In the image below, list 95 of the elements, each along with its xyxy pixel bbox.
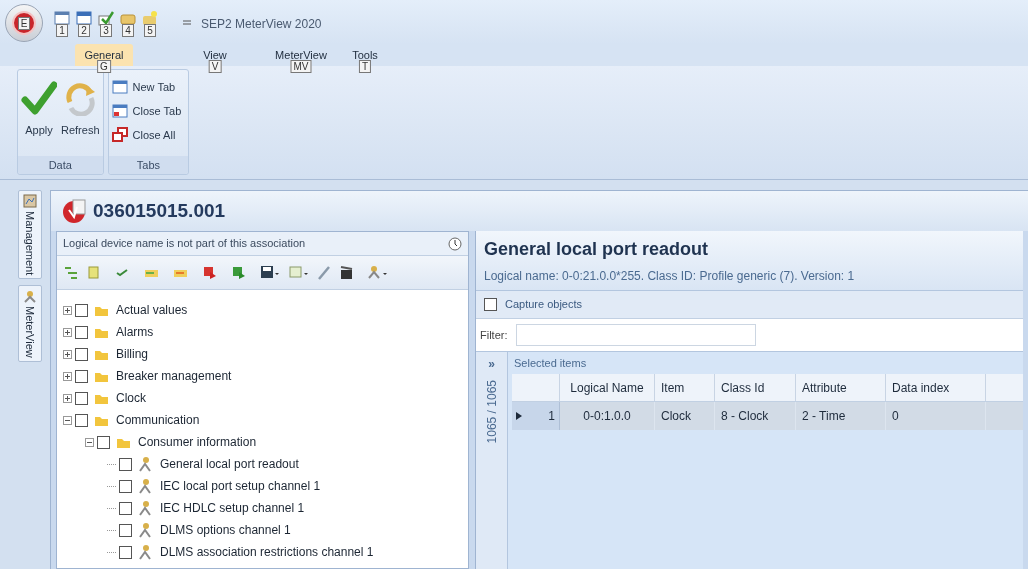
tree-item[interactable]: IEC HDLC setup channel 1 [160,499,305,517]
checkbox-label: Capture objects [505,297,583,313]
checkbox[interactable] [75,303,88,317]
tree-item[interactable]: Clock [116,389,146,407]
expand-icon [65,265,77,280]
checkbox[interactable] [119,479,132,493]
keytip: G [97,60,111,73]
tree-item[interactable]: DLMS association restrictions channel 1 [160,543,374,561]
side-tab[interactable]: Management [18,190,42,280]
filter-label: Filter: [480,327,508,343]
group-label: Data [18,156,103,174]
checkbox[interactable] [119,545,132,559]
ribbon-button[interactable]: Close Tab [110,100,183,122]
expand-icon[interactable] [63,393,72,403]
check-icon [21,80,57,116]
table-cell: Clock [655,402,715,430]
tree-item[interactable]: Communication [116,411,200,429]
toolbar-icon [54,10,70,26]
meter-icon [61,198,87,224]
ribbon-button[interactable]: Refresh [60,80,101,156]
wrench-icon [318,265,330,280]
table-cell: 0 [886,402,986,430]
person-icon [23,289,37,304]
column-header[interactable]: Data index [886,374,986,401]
tree-item[interactable]: Actual values [116,301,188,319]
checkbox[interactable] [75,391,88,405]
windows-icon [111,127,128,143]
checkbox[interactable] [119,501,132,515]
ribbon-button[interactable]: Apply [20,80,58,156]
column-header[interactable]: Logical Name [560,374,655,401]
keytip: 2 [78,24,90,37]
group-label: Selected items [513,355,588,371]
app-menu-button[interactable]: E [5,4,43,42]
table-row[interactable]: 1 0-0:1.0.0 Clock 8 - Clock 2 - Time 0 [512,402,1023,430]
person-icon [137,478,153,494]
row-number: 1 [548,408,555,425]
checkbox[interactable] [75,325,88,339]
window-icon [111,103,128,119]
person-icon [137,522,153,538]
checkbox[interactable] [119,523,132,537]
column-header[interactable]: Attribute [796,374,886,401]
column-header[interactable]: Class Id [715,374,796,401]
window-icon [111,79,128,95]
expand-icon[interactable] [63,327,72,337]
tree-item[interactable]: DLMS options channel 1 [160,521,291,539]
keytip: 1 [56,24,68,37]
ribbon-button[interactable]: Close All [110,124,183,146]
keytip: MV [290,60,312,73]
person-icon [137,456,153,472]
save-icon [260,264,280,281]
expand-icon[interactable] [63,305,72,315]
toolbar-icon [142,10,158,26]
side-tab[interactable]: MeterView [18,285,42,362]
expand-icon[interactable] [63,371,72,381]
tree-item[interactable]: Consumer information [138,433,257,451]
column-header[interactable]: Item [655,374,715,401]
table-cell: 8 - Clock [715,402,796,430]
info-text: Logical device name is not part of this association [63,236,306,252]
checkbox[interactable] [75,347,88,361]
checkbox[interactable] [75,413,88,427]
checkbox[interactable] [484,298,497,311]
table-cell: 0-0:1.0.0 [560,402,655,430]
person-icon [368,264,388,281]
expand-button[interactable]: » [488,358,495,370]
checkbox[interactable] [75,369,88,383]
person-icon [137,544,153,560]
panel-title: General local port readout [484,238,710,261]
checkbox[interactable] [119,457,132,471]
person-icon [137,500,153,516]
clock-icon [448,236,462,251]
filter-field[interactable] [515,324,756,346]
keytip: E [17,16,31,30]
device-title: 036015015.001 [93,198,226,223]
chart-icon [23,194,37,208]
window-title: SEP2 MeterView 2020 [201,16,322,33]
expand-icon[interactable] [63,349,72,359]
keytip: 5 [144,24,156,37]
keytip: V [208,60,222,73]
row-pointer-icon [516,412,522,420]
keytip: T [358,60,372,73]
tree-item[interactable]: Billing [116,345,148,363]
tree-item[interactable]: Alarms [116,323,154,341]
tree-item[interactable]: IEC local port setup channel 1 [160,477,321,495]
customize-menu-icon [183,19,191,27]
group-label: Tabs [108,156,189,174]
tree-item[interactable]: General local port readout [160,455,299,473]
keytip: 3 [100,24,112,37]
ribbon-button[interactable]: New Tab [110,76,183,98]
keytip: 4 [122,24,134,37]
record-counter: 1065 / 1065 [483,380,500,444]
panel-subtitle: Logical name: 0-0:21.0.0*255. Class ID: Profile generic (7). Version: 1 [484,268,856,285]
table-cell: 2 - Time [796,402,886,430]
checkbox[interactable] [97,435,110,449]
tree-item[interactable]: Breaker management [116,367,232,385]
toolbar-icon [76,10,92,26]
